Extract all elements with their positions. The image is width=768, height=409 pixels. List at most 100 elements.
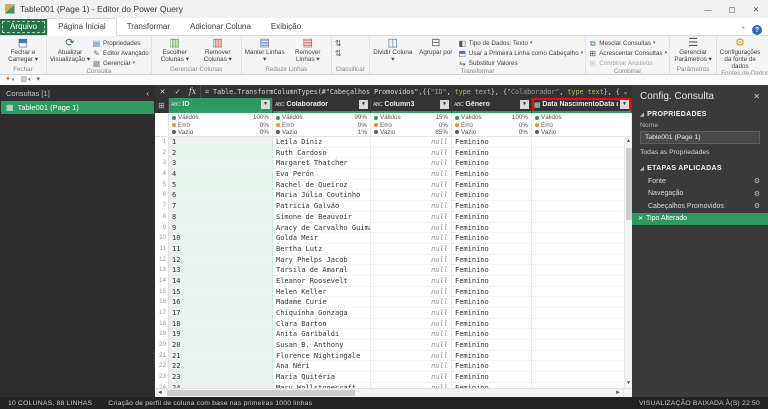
cell-column3[interactable]: null xyxy=(371,254,452,266)
cell-colaborador[interactable]: Helen Keller xyxy=(273,286,371,298)
cell-column3[interactable]: null xyxy=(371,169,452,180)
tab-página-inicial[interactable]: Página Inicial xyxy=(47,18,117,36)
cell-data-nascimentodata-de-admiss-o[interactable] xyxy=(532,265,632,276)
applied-step-tipo-alterado[interactable]: ✕ Tipo Alterado xyxy=(632,212,768,225)
usar-a-primeira-linha-como-cabe-alho-button[interactable]: ⬒ Usar a Primeira Linha como Cabeçalho ▾ xyxy=(458,48,584,58)
applied-steps-section-header[interactable]: ◢ ETAPAS APLICADAS xyxy=(632,161,768,174)
cell-id[interactable]: 8 xyxy=(169,211,273,223)
cell-data-nascimentodata-de-admiss-o[interactable] xyxy=(532,147,632,159)
row-number[interactable]: 2 xyxy=(155,147,169,159)
cell-id[interactable]: 23 xyxy=(169,372,273,383)
cell-g-nero[interactable]: Feminino xyxy=(452,147,532,159)
cell-id[interactable]: 5 xyxy=(169,179,273,191)
row-number[interactable]: 14 xyxy=(155,275,169,287)
cell-g-nero[interactable]: Feminino xyxy=(452,233,532,244)
column-header-colaborador[interactable]: ABC Colaborador ▼ xyxy=(273,98,371,113)
gerenciar-button[interactable]: ▦ Gerenciar ▾ xyxy=(92,58,149,68)
cell-g-nero[interactable]: Feminino xyxy=(452,372,532,383)
cell-column3[interactable]: null xyxy=(371,382,452,388)
cell-column3[interactable]: null xyxy=(371,275,452,287)
column-header-column3[interactable]: ABC Column3 ▼ xyxy=(371,98,452,113)
cell-id[interactable]: 7 xyxy=(169,201,273,212)
cell-data-nascimentodata-de-admiss-o[interactable] xyxy=(532,297,632,308)
cell-colaborador[interactable]: Maria Júlia Coutinho xyxy=(273,190,371,202)
row-number[interactable]: 1 xyxy=(155,137,169,148)
cell-column3[interactable]: null xyxy=(371,147,452,159)
cell-data-nascimentodata-de-admiss-o[interactable] xyxy=(532,190,632,202)
collapse-ribbon-icon[interactable]: ⌃ xyxy=(740,26,746,34)
propriedades-button[interactable]: ▤ Propriedades xyxy=(92,38,149,48)
cancel-formula-icon[interactable]: ✕ xyxy=(155,88,170,96)
escolher-colunas-button[interactable]: ▥ Escolher Colunas ▾ xyxy=(154,37,196,66)
row-number[interactable]: 11 xyxy=(155,243,169,255)
cell-id[interactable]: 19 xyxy=(169,329,273,341)
cell-g-nero[interactable]: Feminino xyxy=(452,201,532,212)
cell-column3[interactable]: null xyxy=(371,201,452,212)
close-button[interactable]: ✕ xyxy=(744,0,768,18)
fx-icon[interactable]: fx xyxy=(185,87,200,96)
cell-data-nascimentodata-de-admiss-o[interactable] xyxy=(532,308,632,319)
row-number[interactable]: 19 xyxy=(155,329,169,341)
cell-id[interactable]: 2 xyxy=(169,147,273,159)
cell-g-nero[interactable]: Feminino xyxy=(452,340,532,351)
cell-g-nero[interactable]: Feminino xyxy=(452,211,532,223)
cell-data-nascimentodata-de-admiss-o[interactable] xyxy=(532,211,632,223)
row-number[interactable]: 24 xyxy=(155,382,169,388)
cell-g-nero[interactable]: Feminino xyxy=(452,169,532,180)
cell-id[interactable]: 18 xyxy=(169,318,273,330)
applied-step-cabe-alhos-promovidos[interactable]: Cabeçalhos Promovidos ⚙ xyxy=(632,200,768,213)
row-number[interactable]: 7 xyxy=(155,201,169,212)
cell-colaborador[interactable]: Ruth Cardoso xyxy=(273,147,371,159)
cell-column3[interactable]: null xyxy=(371,211,452,223)
cell-g-nero[interactable]: Feminino xyxy=(452,286,532,298)
cell-column3[interactable]: null xyxy=(371,286,452,298)
cell-id[interactable]: 21 xyxy=(169,350,273,362)
horizontal-scroll-track[interactable] xyxy=(165,389,613,397)
cell-g-nero[interactable]: Feminino xyxy=(452,222,532,234)
properties-section-header[interactable]: ◢ PROPRIEDADES xyxy=(632,107,768,120)
cell-column3[interactable]: null xyxy=(371,222,452,234)
cell-data-nascimentodata-de-admiss-o[interactable] xyxy=(532,275,632,287)
cell-colaborador[interactable]: Mary Phelps Jacob xyxy=(273,254,371,266)
profiling-status[interactable]: Criação de perfil de coluna com base nas… xyxy=(108,400,312,407)
cell-id[interactable]: 6 xyxy=(169,190,273,202)
cell-data-nascimentodata-de-admiss-o[interactable] xyxy=(532,350,632,362)
cell-g-nero[interactable]: Feminino xyxy=(452,158,532,170)
cell-id[interactable]: 1 xyxy=(169,137,273,148)
gerenciar-par-metros-button[interactable]: ☰ Gerenciar Parâmetros ▾ xyxy=(672,37,714,66)
cell-id[interactable]: 15 xyxy=(169,286,273,298)
cell-id[interactable]: 10 xyxy=(169,233,273,244)
manter-linhas-button[interactable]: ▤ Manter Linhas ▾ xyxy=(244,37,286,66)
cell-g-nero[interactable]: Feminino xyxy=(452,350,532,362)
row-number[interactable]: 6 xyxy=(155,190,169,202)
mesclar-consultas-button[interactable]: ⧉ Mesclar Consultas ▾ xyxy=(588,38,667,48)
cell-g-nero[interactable]: Feminino xyxy=(452,382,532,388)
cell-data-nascimentodata-de-admiss-o[interactable] xyxy=(532,318,632,330)
column-filter-dropdown-icon[interactable]: ▼ xyxy=(440,100,449,109)
cell-g-nero[interactable]: Feminino xyxy=(452,190,532,202)
tab-transformar[interactable]: Transformar xyxy=(117,19,180,35)
applied-step-navega-o[interactable]: Navegação ⚙ xyxy=(632,188,768,201)
sort-descending-button[interactable]: ⇅ xyxy=(334,48,343,58)
atualizar-visualiza-o-button[interactable]: ⟳ Atualizar Visualização ▾ xyxy=(49,37,91,68)
cell-colaborador[interactable]: Rachel de Queiroz xyxy=(273,179,371,191)
cell-data-nascimentodata-de-admiss-o[interactable] xyxy=(532,254,632,266)
cell-column3[interactable]: null xyxy=(371,361,452,373)
collapse-pane-icon[interactable]: ‹ xyxy=(146,89,149,98)
cell-data-nascimentodata-de-admiss-o[interactable] xyxy=(532,158,632,170)
cell-data-nascimentodata-de-admiss-o[interactable] xyxy=(532,169,632,180)
step-settings-gear-icon[interactable]: ⚙ xyxy=(754,190,760,198)
cell-id[interactable]: 12 xyxy=(169,254,273,266)
cell-id[interactable]: 20 xyxy=(169,340,273,351)
cell-colaborador[interactable]: Eleanor Roosevelt xyxy=(273,275,371,287)
cell-column3[interactable]: null xyxy=(371,243,452,255)
cell-id[interactable]: 13 xyxy=(169,265,273,276)
step-settings-gear-icon[interactable]: ⚙ xyxy=(754,177,760,185)
cell-data-nascimentodata-de-admiss-o[interactable] xyxy=(532,382,632,388)
cell-data-nascimentodata-de-admiss-o[interactable] xyxy=(532,286,632,298)
horizontal-scroll-thumb[interactable] xyxy=(167,390,356,396)
column-filter-dropdown-icon[interactable]: ▼ xyxy=(359,100,368,109)
row-number[interactable]: 4 xyxy=(155,169,169,180)
cell-column3[interactable]: null xyxy=(371,297,452,308)
row-number[interactable]: 23 xyxy=(155,372,169,383)
